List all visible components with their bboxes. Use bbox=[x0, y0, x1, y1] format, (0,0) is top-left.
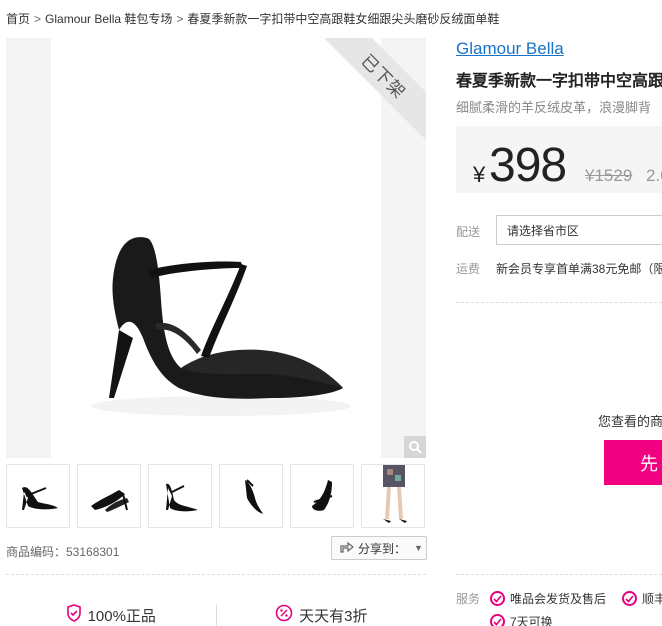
sale-price: 398 bbox=[489, 139, 567, 192]
original-price: ¥1529 bbox=[585, 166, 633, 185]
share-button[interactable]: 分享到： ▼ bbox=[331, 536, 427, 560]
check-circle-icon bbox=[622, 591, 637, 606]
region-select[interactable]: 请选择省市区 bbox=[496, 215, 662, 245]
breadcrumb-current: 春夏季新款一字扣带中空高跟鞋女细跟尖头磨砂反绒面单鞋 bbox=[187, 12, 500, 26]
badge-discount-label: 天天有3折 bbox=[299, 607, 368, 625]
breadcrumb: 首页 > Glamour Bella 鞋包专场 > 春夏季新款一字扣带中空高跟鞋女细跟尖… bbox=[6, 10, 499, 27]
divider bbox=[456, 302, 662, 303]
badge-authentic: 100%正品 bbox=[6, 603, 216, 626]
service-item-label: 顺丰 bbox=[642, 592, 662, 606]
sku-code: 商品编码：53168301 bbox=[6, 545, 120, 559]
price-box: ¥ 398 ¥1529 2.6 bbox=[456, 126, 662, 193]
discount-value: 2.6 bbox=[646, 166, 662, 185]
viewed-notice: 您查看的商 bbox=[598, 414, 662, 429]
chevron-down-icon: ▼ bbox=[414, 543, 423, 553]
badge-discount: 天天有3折 bbox=[217, 603, 427, 626]
badge-authentic-label: 100%正品 bbox=[87, 607, 156, 625]
breadcrumb-separator: > bbox=[34, 12, 42, 26]
check-circle-icon bbox=[490, 614, 505, 626]
divider bbox=[6, 574, 426, 575]
breadcrumb-brand-store[interactable]: Glamour Bella 鞋包专场 bbox=[45, 12, 172, 26]
shield-check-icon bbox=[66, 604, 82, 626]
shipping-info: 新会员专享首单满38元免邮（限 bbox=[496, 262, 662, 276]
currency-symbol: ¥ bbox=[473, 162, 486, 187]
percent-badge-icon bbox=[275, 604, 293, 626]
thumbnail-4[interactable] bbox=[219, 464, 283, 528]
delivery-label: 配送 bbox=[456, 225, 481, 239]
guarantee-badges: 100%正品 天天有3折 bbox=[6, 603, 426, 626]
buy-button[interactable]: 先 bbox=[604, 440, 662, 485]
service-item-label: 7天可换 bbox=[510, 615, 553, 626]
product-subtitle: 细腻柔滑的羊反绒皮革，浪漫脚背 bbox=[456, 100, 652, 115]
share-label: 分享到： bbox=[358, 541, 407, 556]
service-item-label: 唯品会发货及售后 bbox=[510, 592, 607, 606]
share-icon bbox=[340, 541, 354, 556]
shoe-illustration bbox=[91, 237, 351, 416]
thumbnail-1[interactable] bbox=[6, 464, 70, 528]
product-image-canvas bbox=[51, 38, 381, 458]
service-item: 唯品会发货及售后 bbox=[490, 590, 606, 607]
thumbnail-3[interactable] bbox=[148, 464, 212, 528]
check-circle-icon bbox=[490, 591, 505, 606]
service-item: 顺丰 bbox=[622, 590, 662, 607]
thumbnail-5[interactable] bbox=[290, 464, 354, 528]
service-label: 服务 bbox=[456, 592, 481, 606]
thumbnail-strip bbox=[6, 464, 426, 528]
service-item: 7天可换 bbox=[490, 613, 553, 626]
thumbnail-6[interactable] bbox=[361, 464, 425, 528]
divider bbox=[456, 574, 662, 575]
brand-link[interactable]: Glamour Bella bbox=[456, 39, 564, 59]
product-title: 春夏季新款一字扣带中空高跟 bbox=[456, 73, 662, 90]
breadcrumb-separator: > bbox=[176, 12, 184, 26]
main-product-image[interactable]: 已下架 bbox=[6, 38, 426, 458]
breadcrumb-home[interactable]: 首页 bbox=[6, 12, 30, 26]
thumbnail-2[interactable] bbox=[77, 464, 141, 528]
zoom-icon[interactable] bbox=[404, 436, 426, 458]
shipping-label: 运费 bbox=[456, 262, 481, 276]
